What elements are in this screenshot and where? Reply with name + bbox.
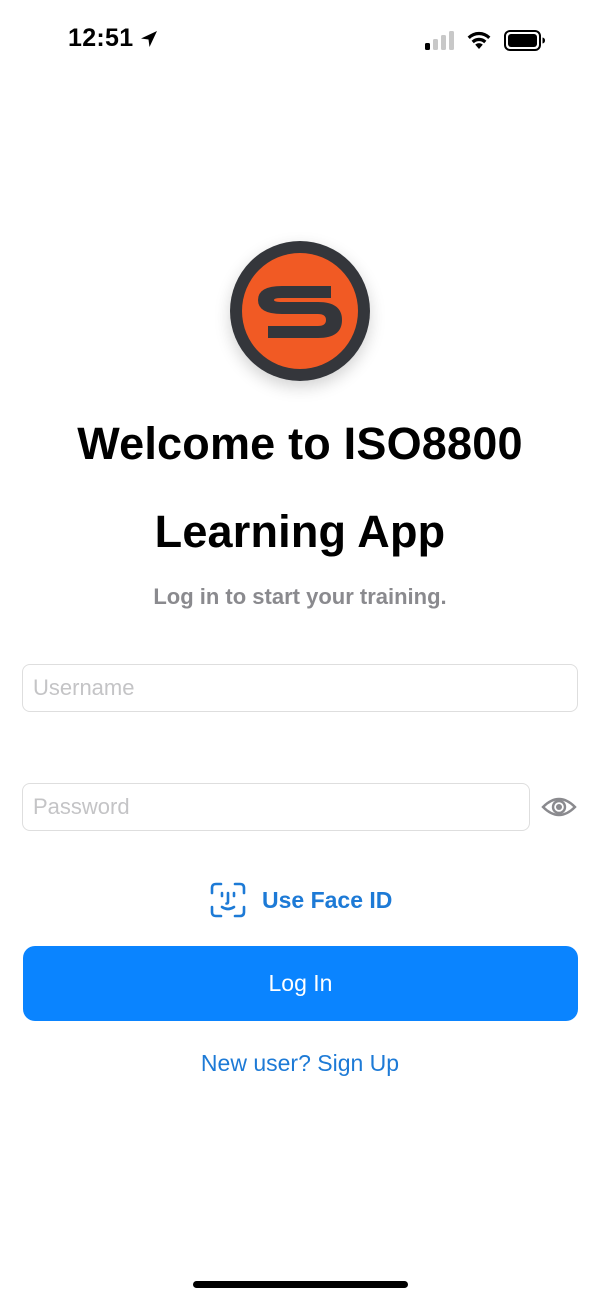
welcome-title: Welcome to ISO8800 Learning App (0, 400, 600, 576)
login-button[interactable]: Log In (23, 946, 578, 1021)
face-id-label: Use Face ID (262, 886, 393, 913)
app-logo (230, 241, 370, 381)
face-id-button[interactable]: Use Face ID (210, 880, 392, 920)
status-time-text: 12:51 (68, 24, 134, 52)
cellular-signal-icon (425, 30, 457, 50)
password-input[interactable] (22, 783, 530, 831)
face-id-icon (210, 882, 246, 918)
status-time: 12:51 (68, 24, 159, 53)
wifi-icon (467, 31, 491, 49)
app-logo-s-icon (230, 241, 370, 381)
location-arrow-icon (141, 30, 158, 47)
home-indicator (193, 1281, 408, 1288)
signup-link[interactable]: New user? Sign Up (0, 1050, 600, 1077)
username-input[interactable] (22, 664, 578, 712)
eye-icon[interactable] (541, 793, 577, 821)
status-bar: 12:51 (0, 0, 600, 80)
welcome-title-line1: Welcome to ISO8800 (77, 418, 523, 469)
battery-icon (504, 30, 545, 51)
welcome-title-line2: Learning App (154, 506, 446, 557)
login-subtitle: Log in to start your training. (153, 584, 447, 609)
